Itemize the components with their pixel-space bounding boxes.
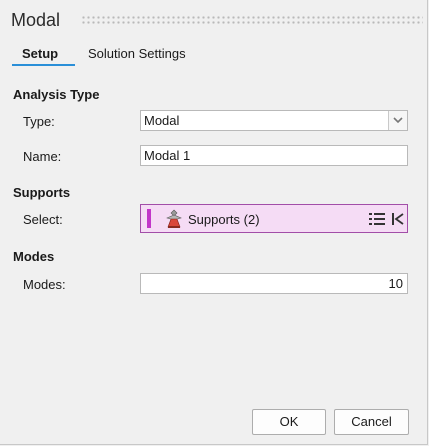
modal-panel: Modal Setup Solution Settings Analysis T…: [0, 0, 428, 445]
drag-grip[interactable]: [81, 15, 423, 25]
type-dropdown[interactable]: Modal: [140, 110, 408, 131]
clear-selection-icon[interactable]: [392, 213, 404, 225]
modes-field[interactable]: 10: [140, 273, 408, 294]
modes-label: Modes:: [23, 277, 66, 292]
supports-selector[interactable]: Supports (2): [140, 204, 408, 233]
tab-setup[interactable]: Setup: [22, 46, 58, 61]
list-icon[interactable]: [369, 213, 385, 225]
tab-solution-settings[interactable]: Solution Settings: [88, 46, 186, 61]
active-tab-indicator: [12, 64, 75, 66]
name-label: Name:: [23, 149, 62, 164]
ok-button[interactable]: OK: [252, 409, 326, 435]
cancel-button[interactable]: Cancel: [334, 409, 409, 435]
supports-selection-text: Supports (2): [188, 212, 260, 227]
analysis-type-heading: Analysis Type: [13, 87, 100, 102]
modes-heading: Modes: [13, 249, 55, 264]
chevron-down-icon[interactable]: [388, 111, 407, 130]
supports-heading: Supports: [13, 185, 71, 200]
selection-active-bar: [147, 209, 151, 228]
name-value: Modal 1: [144, 148, 191, 163]
support-icon: [166, 209, 182, 228]
type-label: Type:: [23, 114, 55, 129]
type-value: Modal: [144, 113, 180, 128]
panel-title: Modal: [11, 10, 61, 30]
select-label: Select:: [23, 212, 63, 227]
name-field[interactable]: Modal 1: [140, 145, 408, 166]
